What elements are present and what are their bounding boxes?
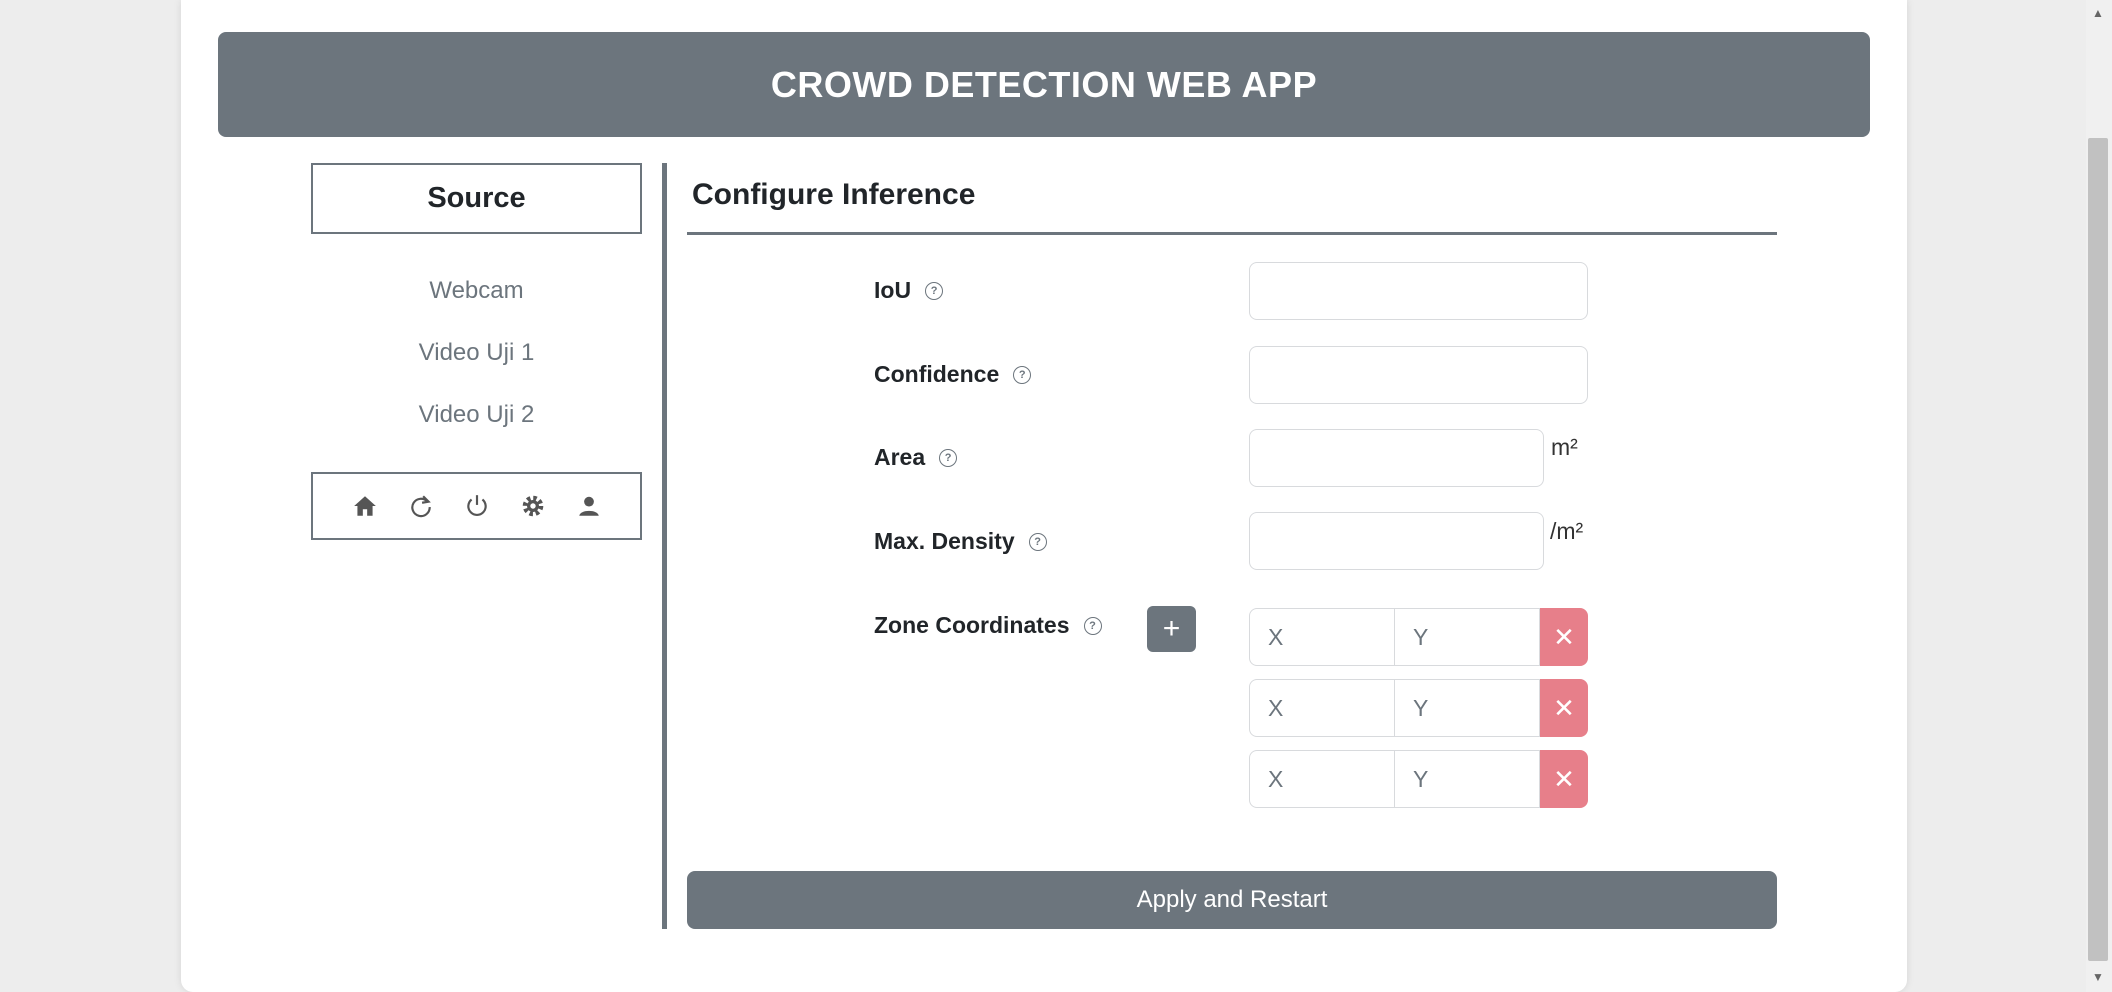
gear-icon[interactable]	[518, 491, 548, 521]
zone-x-input[interactable]: X	[1249, 679, 1395, 737]
scroll-up-arrow-icon[interactable]: ▲	[2092, 6, 2104, 20]
apply-restart-button[interactable]: Apply and Restart	[687, 871, 1777, 929]
home-icon[interactable]	[350, 491, 380, 521]
zone-y-input[interactable]: Y	[1395, 608, 1540, 666]
section-divider	[687, 232, 1777, 235]
zone-row: X Y ✕	[1249, 750, 1588, 808]
source-item-webcam[interactable]: Webcam	[311, 277, 642, 305]
help-icon[interactable]: ?	[1013, 365, 1032, 384]
remove-zone-button[interactable]: ✕	[1540, 608, 1588, 666]
add-zone-button[interactable]: +	[1147, 606, 1196, 652]
remove-zone-button[interactable]: ✕	[1540, 750, 1588, 808]
iou-label: IoU	[874, 277, 912, 303]
zone-y-input[interactable]: Y	[1395, 679, 1540, 737]
help-icon[interactable]: ?	[1083, 616, 1102, 635]
max-density-label-row: Max. Density ?	[874, 528, 1047, 555]
refresh-icon[interactable]	[406, 491, 436, 521]
scroll-down-arrow-icon[interactable]: ▼	[2092, 970, 2104, 984]
power-icon[interactable]	[462, 491, 492, 521]
help-icon[interactable]: ?	[939, 448, 958, 467]
area-input[interactable]	[1249, 429, 1544, 487]
zone-x-input[interactable]: X	[1249, 608, 1395, 666]
app-title: CROWD DETECTION WEB APP	[770, 63, 1318, 105]
area-unit: m²	[1551, 434, 1578, 460]
source-heading: Source	[311, 163, 642, 234]
zone-y-input[interactable]: Y	[1395, 750, 1540, 808]
zone-row: X Y ✕	[1249, 608, 1588, 666]
zone-row: X Y ✕	[1249, 679, 1588, 737]
area-label: Area	[874, 444, 926, 470]
user-icon[interactable]	[574, 491, 604, 521]
area-label-row: Area ?	[874, 444, 958, 471]
max-density-label: Max. Density	[874, 528, 1015, 554]
vertical-divider	[662, 163, 667, 929]
iou-input[interactable]	[1249, 262, 1588, 320]
confidence-label-row: Confidence ?	[874, 361, 1032, 388]
source-item-video-uji-1[interactable]: Video Uji 1	[311, 339, 642, 367]
source-item-video-uji-2[interactable]: Video Uji 2	[311, 401, 642, 429]
confidence-label: Confidence	[874, 361, 1000, 387]
section-title: Configure Inference	[692, 178, 976, 211]
max-density-unit: /m²	[1550, 518, 1584, 544]
max-density-input[interactable]	[1249, 512, 1544, 570]
help-icon[interactable]: ?	[925, 281, 944, 300]
zone-x-input[interactable]: X	[1249, 750, 1395, 808]
scrollbar-thumb[interactable]	[2088, 138, 2108, 961]
help-icon[interactable]: ?	[1028, 532, 1047, 551]
remove-zone-button[interactable]: ✕	[1540, 679, 1588, 737]
zone-coordinates-label: Zone Coordinates	[874, 612, 1070, 638]
app-header: CROWD DETECTION WEB APP	[218, 32, 1870, 137]
confidence-input[interactable]	[1249, 346, 1588, 404]
zone-label-row: Zone Coordinates ?	[874, 612, 1102, 639]
iou-label-row: IoU ?	[874, 277, 944, 304]
sidebar-toolbar	[311, 472, 642, 540]
